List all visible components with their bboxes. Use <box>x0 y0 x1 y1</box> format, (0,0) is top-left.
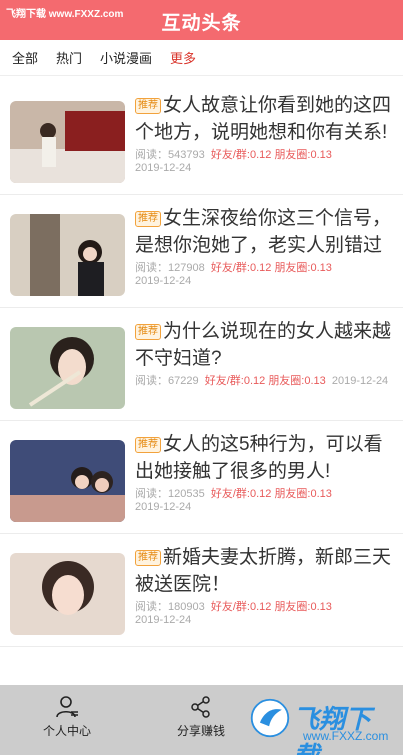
article-title: 新婚夫妻太折腾，新郎三天被送医院！ <box>135 547 392 595</box>
wing-logo-icon <box>250 698 290 738</box>
moments-earning: 朋友圈:0.13 <box>274 601 332 613</box>
recommend-badge: 推荐 <box>135 211 161 227</box>
read-count: 127908 <box>168 262 205 274</box>
article-meta: 阅读：67229 好友/群:0.12 朋友圈:0.13 2019-12-24 <box>135 375 389 387</box>
read-count: 67229 <box>168 375 199 387</box>
recommend-badge: 推荐 <box>135 98 161 114</box>
article-item[interactable]: 推荐 女生深夜给你这三个信号，是想你泡她了，老实人别错过 阅读：127908 好友… <box>0 195 403 308</box>
tab-novel-comic[interactable]: 小说漫画 <box>100 48 152 67</box>
tab-all[interactable]: 全部 <box>12 48 38 67</box>
article-meta: 阅读：543793 好友/群:0.12 朋友圈:0.13 2019-12-24 <box>135 149 332 174</box>
recommend-badge: 推荐 <box>135 550 161 566</box>
tabbar-profile-label: 个人中心 <box>42 724 91 738</box>
article-thumbnail <box>10 101 125 183</box>
recommend-badge: 推荐 <box>135 324 161 340</box>
read-count: 543793 <box>168 149 205 161</box>
tab-more[interactable]: 更多 <box>170 48 196 67</box>
friend-earning: 好友/群:0.12 <box>210 601 272 613</box>
page-title: 互动头条 <box>161 13 242 34</box>
article-date: 2019-12-24 <box>135 614 192 626</box>
article-title: 女人的这5种行为，可以看出她接触了很多的男人! <box>135 434 383 482</box>
article-title: 为什么说现在的女人越来越不守妇道? <box>135 321 392 369</box>
article-meta: 阅读：127908 好友/群:0.12 朋友圈:0.13 2019-12-24 <box>135 262 332 287</box>
article-meta: 阅读：180903 好友/群:0.12 朋友圈:0.13 2019-12-24 <box>135 601 332 626</box>
article-date: 2019-12-24 <box>135 275 192 287</box>
watermark-brand: 飞翔下载 <box>293 704 372 755</box>
friend-earning: 好友/群:0.12 <box>210 149 272 161</box>
moments-earning: 朋友圈:0.13 <box>274 149 332 161</box>
article-item[interactable]: 推荐 女人的这5种行为，可以看出她接触了很多的男人! 阅读：120535 好友/群… <box>0 421 403 534</box>
article-item[interactable]: 推荐 为什么说现在的女人越来越不守妇道? 阅读：67229 好友/群:0.12 朋… <box>0 308 403 421</box>
tabbar-profile[interactable]: 个人中心 <box>0 685 134 755</box>
article-title: 女生深夜给你这三个信号，是想你泡她了，老实人别错过 <box>135 208 392 256</box>
article-thumbnail <box>10 553 125 635</box>
moments-earning: 朋友圈:0.13 <box>274 488 332 500</box>
article-item[interactable]: 推荐 新婚夫妻太折腾，新郎三天被送医院！ 阅读：180903 好友/群:0.12 … <box>0 534 403 647</box>
article-item[interactable]: 推荐 女人故意让你看到她的这四个地方，说明她想和你有关系! 阅读：543793 好… <box>0 82 403 195</box>
recommend-badge: 推荐 <box>135 437 161 453</box>
article-date: 2019-12-24 <box>331 375 389 387</box>
article-thumbnail <box>10 440 125 522</box>
article-thumbnail <box>10 327 125 409</box>
moments-earning: 朋友圈:0.13 <box>274 262 332 274</box>
read-count: 120535 <box>168 488 205 500</box>
share-icon <box>191 696 210 718</box>
article-title: 女人故意让你看到她的这四个地方，说明她想和你有关系! <box>135 95 392 143</box>
read-count: 180903 <box>168 601 205 613</box>
tab-hot[interactable]: 热门 <box>56 48 82 67</box>
friend-earning: 好友/群:0.12 <box>210 488 272 500</box>
article-date: 2019-12-24 <box>135 162 192 174</box>
friend-earning: 好友/群:0.12 <box>204 375 266 387</box>
app-header: 飞翔下载 www.FXXZ.com 互动头条 <box>0 0 403 40</box>
article-list: 推荐 女人故意让你看到她的这四个地方，说明她想和你有关系! 阅读：543793 好… <box>0 82 403 685</box>
article-meta: 阅读：120535 好友/群:0.12 朋友圈:0.13 2019-12-24 <box>135 488 332 513</box>
watermark-logo: 飞翔下载 www.FXXZ.com <box>245 691 395 755</box>
article-thumbnail <box>10 214 125 296</box>
moments-earning: 朋友圈:0.13 <box>268 375 326 387</box>
category-tabs: 全部 热门 小说漫画 更多 <box>0 40 403 76</box>
watermark-url: www.FXXZ.com <box>303 729 389 743</box>
friend-earning: 好友/群:0.12 <box>210 262 272 274</box>
person-icon <box>56 696 78 718</box>
article-date: 2019-12-24 <box>135 501 192 513</box>
